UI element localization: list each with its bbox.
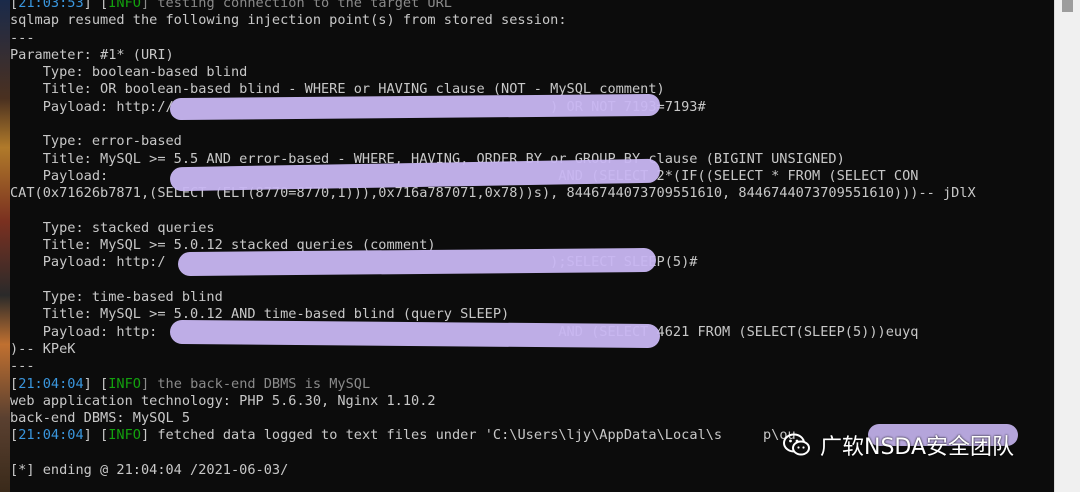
terminal-text: ] the back-end DBMS is MySQL xyxy=(140,375,371,392)
terminal-text: Type: boolean-based blind xyxy=(10,64,248,81)
vertical-scrollbar[interactable] xyxy=(1054,0,1080,492)
log-level: INFO xyxy=(108,0,141,11)
wechat-icon xyxy=(782,430,812,460)
terminal-text: Parameter: #1* (URI) xyxy=(10,46,174,63)
terminal-output: [21:03:53] [INFO] testing connection to … xyxy=(10,0,1055,479)
terminal-text: Type: stacked queries xyxy=(10,219,215,236)
log-level: INFO xyxy=(108,427,141,444)
terminal-text: ] [ xyxy=(83,0,109,11)
terminal-text: web application technology: PHP 5.6.30, … xyxy=(10,392,436,409)
redaction-mark xyxy=(169,93,661,121)
terminal-line: Type: error-based xyxy=(10,133,1055,150)
terminal-text: Type: error-based xyxy=(10,133,182,150)
watermark: 广软NSDA安全团队 xyxy=(782,426,1014,464)
terminal-text: ] [ xyxy=(83,427,109,444)
terminal-line: [21:04:04] [INFO] the back-end DBMS is M… xyxy=(10,376,1055,393)
terminal-text: [ xyxy=(10,427,19,444)
watermark-text: 广软NSDA安全团队 xyxy=(820,435,1015,460)
terminal-line: [21:03:53] [INFO] testing connection to … xyxy=(10,0,1055,12)
terminal-line: Type: time-based blind xyxy=(10,289,1055,306)
terminal-text: ] fetched data logged to text files unde… xyxy=(140,427,796,444)
terminal-line: --- xyxy=(10,358,1055,375)
terminal-line: Type: boolean-based blind xyxy=(10,64,1055,81)
terminal-text: )-- KPeK xyxy=(10,340,76,357)
terminal-line: [*] ending @ 21:04:04 /2021-06-03/ xyxy=(10,462,1055,479)
terminal-text: ] testing connection to the target URL xyxy=(140,0,452,11)
terminal-text: CAT(0x71626b7871,(SELECT (ELT(8770=8770,… xyxy=(10,185,976,202)
terminal-text: --- xyxy=(10,29,35,46)
terminal-line: Type: stacked queries xyxy=(10,220,1055,237)
scrollbar-thumb[interactable] xyxy=(1062,0,1073,12)
terminal-text: back-end DBMS: MySQL 5 xyxy=(10,410,191,427)
terminal-text: [ xyxy=(10,0,19,11)
terminal-text: Type: time-based blind xyxy=(10,289,223,306)
terminal-text: [*] ending @ 21:04:04 /2021-06-03/ xyxy=(10,462,289,479)
terminal-text: --- xyxy=(10,358,35,375)
redaction-mark xyxy=(169,319,661,349)
terminal-text: ] [ xyxy=(83,375,109,392)
terminal-text: sqlmap resumed the following injection p… xyxy=(10,12,567,29)
terminal-line: --- xyxy=(10,30,1055,47)
timestamp: 21:04:04 xyxy=(18,427,84,444)
terminal-line: Title: MySQL >= 5.0.12 AND time-based bl… xyxy=(10,306,1055,323)
terminal-text: [ xyxy=(10,375,19,392)
terminal-line: CAT(0x71626b7871,(SELECT (ELT(8770=8770,… xyxy=(10,185,1055,202)
terminal-window[interactable]: [21:03:53] [INFO] testing connection to … xyxy=(10,0,1055,492)
terminal-line: sqlmap resumed the following injection p… xyxy=(10,12,1055,29)
background-window-strip xyxy=(0,0,10,492)
timestamp: 21:03:53 xyxy=(18,0,84,11)
terminal-line: Parameter: #1* (URI) xyxy=(10,47,1055,64)
redaction-mark xyxy=(177,247,657,277)
log-level: INFO xyxy=(108,375,141,392)
terminal-line: web application technology: PHP 5.6.30, … xyxy=(10,393,1055,410)
timestamp: 21:04:04 xyxy=(18,375,84,392)
